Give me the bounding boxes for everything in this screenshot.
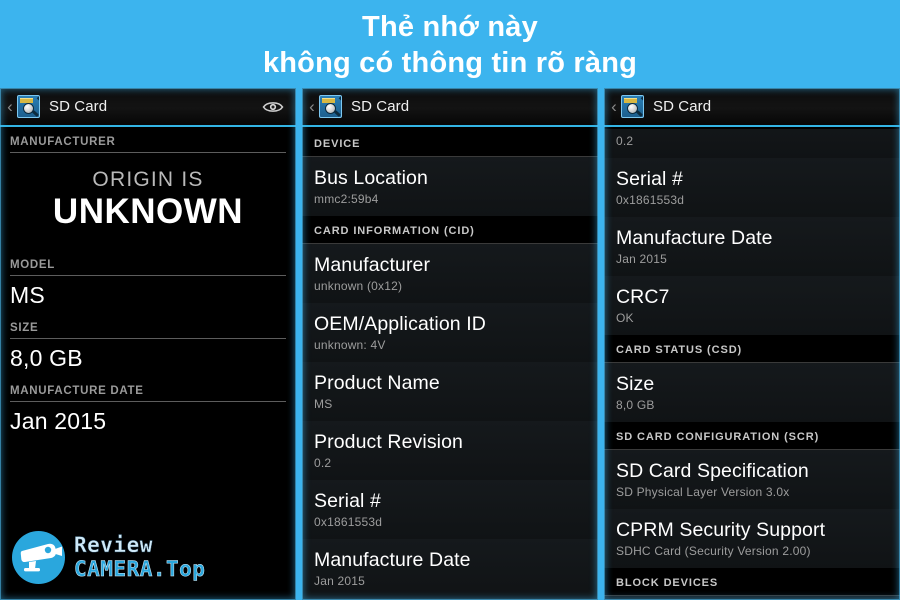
list-item-title: Product Name bbox=[314, 372, 440, 394]
app-title: SD Card bbox=[49, 98, 108, 115]
list-item-title: Manufacture Date bbox=[616, 227, 773, 249]
headline-line-2: không có thông tin rõ ràng bbox=[262, 47, 638, 79]
list-item-subtitle: MS bbox=[314, 397, 333, 411]
panel-body[interactable]: DEVICE Bus Location mmc2:59b4 CARD INFORMAT… bbox=[302, 129, 598, 600]
list-section-header: SD CARD CONFIGURATION (SCR) bbox=[604, 422, 900, 450]
back-chevron-icon[interactable]: ‹ bbox=[608, 98, 620, 115]
list-item[interactable]: Serial # 0x1861553d bbox=[604, 158, 900, 217]
list-item-title: Manufacturer bbox=[314, 254, 431, 276]
list-item-subtitle: 0x1861553d bbox=[616, 193, 685, 207]
section-divider bbox=[10, 152, 286, 153]
list-item[interactable]: OEM/Application ID unknown: 4V bbox=[302, 303, 598, 362]
list-section-header: BLOCK DEVICES bbox=[604, 568, 900, 596]
section-value: 8,0 GB bbox=[10, 345, 83, 371]
list-section-header: CARD INFORMATION (CID) bbox=[302, 216, 598, 244]
list-section-header: CARD STATUS (CSD) bbox=[604, 335, 900, 363]
list-item-subtitle: 0.2 bbox=[616, 134, 634, 148]
panel-overview: ‹ SD Card MANUFACTURER ORIGIN IS UNKNOWN MO… bbox=[0, 88, 296, 600]
summary-section: MANUFACTURER ORIGIN IS UNKNOWN bbox=[0, 129, 296, 246]
section-value: MS bbox=[10, 282, 45, 308]
origin-unknown-graphic: ORIGIN IS UNKNOWN bbox=[10, 157, 286, 246]
list-item[interactable]: Bus Location mmc2:59b4 bbox=[302, 157, 598, 216]
list-item-title: Serial # bbox=[314, 490, 381, 512]
list-item[interactable]: Product Revision 0.2 bbox=[302, 421, 598, 480]
list-item-subtitle: unknown (0x12) bbox=[314, 279, 403, 293]
list-item[interactable]: Serial # 0x1861553d bbox=[302, 480, 598, 539]
panel-body[interactable]: MANUFACTURER ORIGIN IS UNKNOWN MODEL MS SIZE 8… bbox=[0, 129, 296, 600]
action-bar: ‹ SD Card bbox=[604, 88, 900, 127]
list-item[interactable]: CRC7 OK bbox=[604, 276, 900, 335]
sd-card-magnifier-icon bbox=[621, 95, 644, 118]
eye-icon[interactable] bbox=[262, 99, 284, 115]
section-value: Jan 2015 bbox=[10, 408, 107, 434]
origin-unknown-main-text: UNKNOWN bbox=[52, 192, 244, 231]
list-item-title: Serial # bbox=[616, 168, 683, 190]
section-label: MANUFACTURE DATE bbox=[10, 385, 144, 397]
back-chevron-icon[interactable]: ‹ bbox=[306, 98, 318, 115]
screenshot-root: Thẻ nhớ này không có thông tin rõ ràng ‹… bbox=[0, 0, 900, 600]
headline-line-1: Thẻ nhớ này bbox=[362, 11, 538, 43]
summary-section: SIZE 8,0 GB bbox=[0, 315, 296, 378]
list-item-subtitle: unknown: 4V bbox=[314, 338, 386, 352]
list-item-subtitle: SDHC Card (Security Version 2.00) bbox=[616, 544, 811, 558]
panel-details-scrolled: ‹ SD Card Product Revision0.2 Serial # 0x1… bbox=[604, 88, 900, 600]
panel-row: ‹ SD Card MANUFACTURER ORIGIN IS UNKNOWN MO… bbox=[0, 88, 900, 600]
list-item-title: SD Card Specification bbox=[616, 460, 809, 482]
list-item-title: Size bbox=[616, 373, 655, 395]
section-divider bbox=[10, 401, 286, 402]
list-item[interactable]: SD Card Specification SD Physical Layer V… bbox=[604, 450, 900, 509]
back-chevron-icon[interactable]: ‹ bbox=[4, 98, 16, 115]
app-title: SD Card bbox=[351, 98, 410, 115]
list-item-subtitle: 0x1861553d bbox=[314, 515, 383, 529]
list-item-title: OEM/Application ID bbox=[314, 313, 486, 335]
sd-card-magnifier-icon bbox=[17, 95, 40, 118]
sd-card-magnifier-icon bbox=[319, 95, 342, 118]
headline-banner: Thẻ nhớ này không có thông tin rõ ràng bbox=[0, 0, 900, 88]
panel-details: ‹ SD Card DEVICE Bus Location mmc2:59b4 CAR… bbox=[302, 88, 598, 600]
list-item-title: Bus Location bbox=[314, 167, 428, 189]
section-label: MODEL bbox=[10, 259, 56, 271]
list-item[interactable]: Size 8,0 GB bbox=[604, 363, 900, 422]
origin-unknown-top-text: ORIGIN IS bbox=[92, 168, 204, 191]
list-item-subtitle: Jan 2015 bbox=[616, 252, 667, 266]
list-item-subtitle: 8,0 GB bbox=[616, 398, 655, 412]
list-section-header: DEVICE bbox=[302, 129, 598, 157]
list-item-subtitle: Jan 2015 bbox=[314, 574, 365, 588]
panel-body[interactable]: Product Revision0.2 Serial # 0x1861553d Man… bbox=[604, 129, 900, 600]
summary-section: MODEL MS bbox=[0, 252, 296, 315]
list-item[interactable]: Manufacture Date Jan 2015 bbox=[604, 217, 900, 276]
section-divider bbox=[10, 275, 286, 276]
app-title: SD Card bbox=[653, 98, 712, 115]
action-bar: ‹ SD Card bbox=[0, 88, 296, 127]
list-item-subtitle: OK bbox=[616, 311, 634, 325]
list-item-title: CPRM Security Support bbox=[616, 519, 826, 541]
action-bar: ‹ SD Card bbox=[302, 88, 598, 127]
list-item-subtitle: SD Physical Layer Version 3.0x bbox=[616, 485, 790, 499]
list-item-subtitle: 0.2 bbox=[314, 456, 332, 470]
list-item[interactable]: CPRM Security Support SDHC Card (Security… bbox=[604, 509, 900, 568]
list-item[interactable]: Product Name MS bbox=[302, 362, 598, 421]
section-label: MANUFACTURER bbox=[10, 136, 116, 148]
list-item-title: Product Revision bbox=[314, 431, 464, 453]
summary-section: MANUFACTURE DATE Jan 2015 bbox=[0, 378, 296, 441]
list-item-title: Manufacture Date bbox=[314, 549, 471, 571]
section-label: SIZE bbox=[10, 322, 39, 334]
list-item[interactable]: Manufacturer unknown (0x12) bbox=[302, 244, 598, 303]
list-item-subtitle: mmc2:59b4 bbox=[314, 192, 379, 206]
list-item[interactable]: /dev/block/mmcblk1 ...8,0 GB bbox=[604, 596, 900, 600]
list-item[interactable]: Manufacture Date Jan 2015 bbox=[302, 539, 598, 598]
section-divider bbox=[10, 338, 286, 339]
list-item[interactable]: Product Revision0.2 bbox=[604, 129, 900, 158]
list-item-title: CRC7 bbox=[616, 286, 670, 308]
